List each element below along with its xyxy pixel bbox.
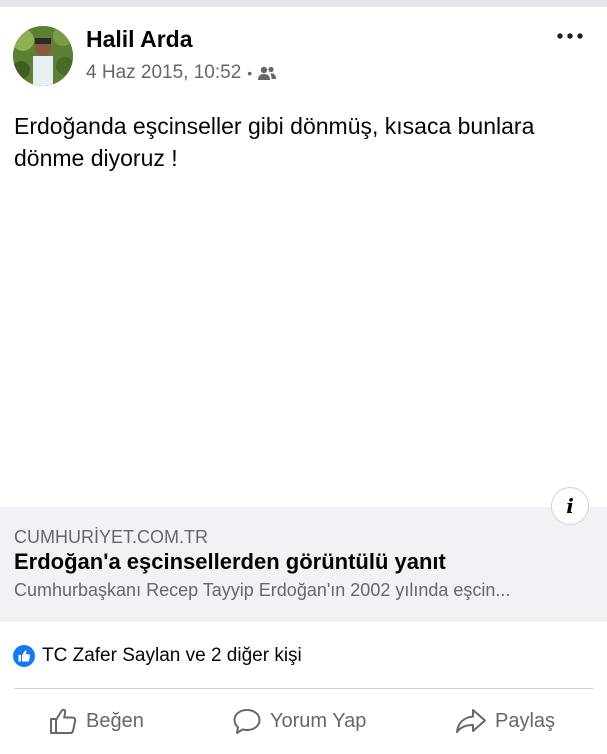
share-icon: [456, 709, 486, 733]
share-button[interactable]: Paylaş: [455, 703, 555, 739]
reactions-text: TC Zafer Saylan ve 2 diğer kişi: [42, 645, 302, 666]
top-divider-strip: [0, 0, 607, 7]
like-button[interactable]: Beğen: [48, 703, 144, 739]
comment-button[interactable]: Yorum Yap: [232, 703, 366, 739]
share-label: Paylaş: [495, 709, 556, 732]
link-description: Cumhurbaşkanı Recep Tayyip Erdoğan'ın 20…: [14, 580, 511, 600]
thumbs-up-icon: [50, 708, 77, 734]
post-date[interactable]: 4 Haz 2015, 10:52: [86, 62, 241, 84]
friends-icon: [258, 66, 277, 80]
profile-photo: [13, 26, 73, 86]
link-domain: CUMHURİYET.COM.TR: [14, 527, 208, 547]
meta-separator: •: [247, 65, 253, 81]
avatar[interactable]: [13, 26, 73, 86]
more-icon: [557, 33, 583, 39]
author-name[interactable]: Halil Arda: [86, 26, 193, 53]
link-info-button[interactable]: i: [551, 487, 589, 525]
post-meta: 4 Haz 2015, 10:52 •: [86, 61, 277, 85]
like-icon: [13, 645, 35, 667]
comment-label: Yorum Yap: [270, 709, 367, 732]
post-text: Erdoğanda eşcinseller gibi dönmüş, kısac…: [14, 113, 535, 171]
actions-divider: [14, 688, 593, 689]
link-title[interactable]: Erdoğan'a eşcinsellerden görüntülü yanıt: [14, 549, 446, 575]
reactions-summary[interactable]: TC Zafer Saylan ve 2 diğer kişi: [13, 644, 302, 668]
more-options-button[interactable]: [552, 26, 588, 46]
like-label: Beğen: [86, 709, 144, 732]
comment-icon: [233, 709, 261, 734]
